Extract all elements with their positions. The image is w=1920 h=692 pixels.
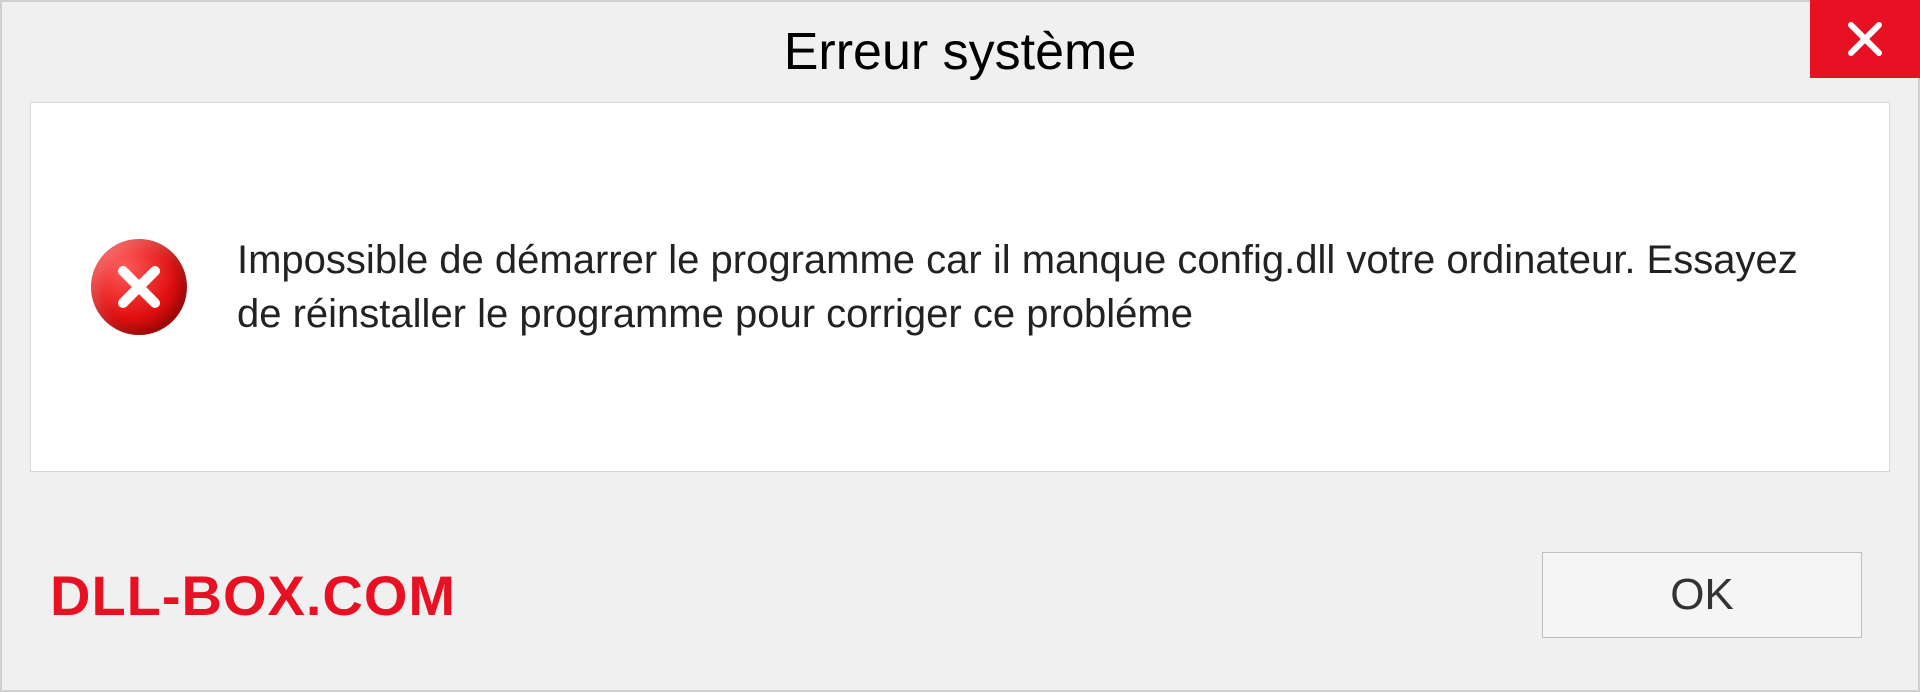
dialog-title: Erreur système: [784, 22, 1137, 82]
error-x-icon: [113, 261, 165, 313]
error-icon: [91, 239, 187, 335]
ok-button[interactable]: OK: [1542, 552, 1862, 638]
error-dialog: Erreur système Impossible de démarrer le…: [0, 0, 1920, 692]
footer: DLL-BOX.COM OK: [2, 500, 1918, 690]
content-area: Impossible de démarrer le programme car …: [30, 102, 1890, 472]
error-message: Impossible de démarrer le programme car …: [237, 233, 1809, 341]
close-button[interactable]: [1810, 0, 1920, 78]
close-icon: [1845, 19, 1885, 59]
titlebar: Erreur système: [2, 2, 1918, 102]
watermark-text: DLL-BOX.COM: [50, 563, 456, 628]
ok-button-label: OK: [1670, 570, 1734, 620]
